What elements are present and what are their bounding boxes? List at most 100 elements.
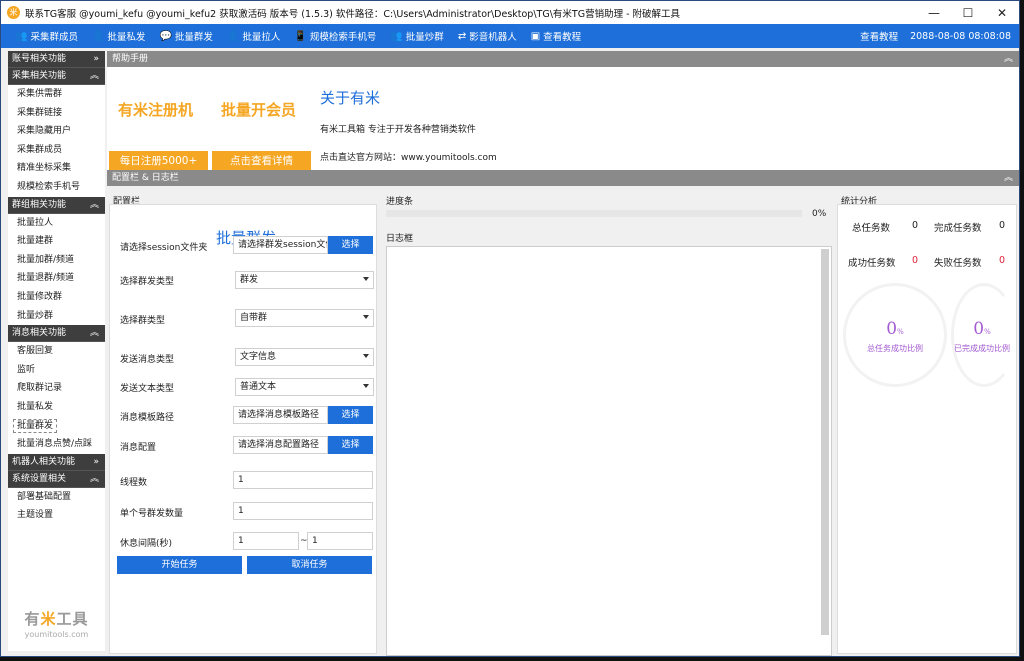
sidebar-item-support-reply[interactable]: 客服回复: [8, 342, 105, 361]
session-folder-input[interactable]: 请选择群发session文件夹: [233, 236, 328, 254]
sidebar-item-bulk-invite[interactable]: 批量拉人: [8, 214, 105, 233]
section-title: 群组相关功能: [12, 199, 67, 210]
collapse-icon: ︽: [89, 199, 99, 210]
log-textarea[interactable]: [386, 246, 832, 656]
sidebar-item-basic-config[interactable]: 部署基础配置: [8, 488, 105, 507]
section-title: 消息相关功能: [12, 328, 67, 339]
sidebar-item-bulk-edit-group[interactable]: 批量修改群: [8, 288, 105, 307]
sidebar-section-messages[interactable]: 消息相关功能 ︽: [8, 325, 105, 343]
total-tasks-label: 总任务数: [852, 223, 891, 234]
sidebar-item-collect-hidden-users[interactable]: 采集隐藏用户: [8, 122, 105, 141]
section-title: 机器人相关功能: [12, 456, 76, 467]
start-task-button[interactable]: 开始任务: [117, 556, 242, 574]
send-type-select[interactable]: 群发: [235, 271, 374, 289]
sidebar-item-collect-group-links[interactable]: 采集群链接: [8, 104, 105, 123]
about-description: 有米工具箱 专注于开发各种营销类软件: [320, 125, 476, 135]
app-window: 米 联系TG客服 @youmi_kefu @youmi_kefu2 获取激活码 …: [0, 0, 1020, 657]
sidebar-section-groups[interactable]: 群组相关功能 ︽: [8, 196, 105, 214]
interval-label: 休息间隔(秒): [120, 539, 173, 549]
menu-bulk-group-send[interactable]: 💬 批量群发: [159, 29, 213, 44]
menu-bulk-private[interactable]: 👤 批量私发: [92, 29, 145, 44]
menu-label: 批量群发: [174, 32, 213, 43]
sidebar-item-bulk-reactions[interactable]: 批量消息点赞/点踩: [8, 435, 105, 454]
sidebar-item-geo-collect[interactable]: 精准坐标采集: [8, 159, 105, 178]
threads-input[interactable]: 1: [233, 471, 373, 489]
template-path-input[interactable]: 请选择消息模板路径: [233, 406, 328, 424]
user-add-icon: 👤: [226, 30, 240, 42]
sidebar-section-bots[interactable]: 机器人相关功能 »: [8, 453, 105, 471]
done-tasks-value: 0: [999, 220, 1006, 231]
promo-details-button[interactable]: 点击查看详情: [212, 151, 311, 171]
success-tasks-value: 0: [912, 255, 919, 266]
sidebar-item-bulk-private[interactable]: 批量私发: [8, 398, 105, 417]
progress-percent: 0%: [812, 209, 827, 219]
selected-value: 群发: [240, 275, 259, 285]
sidebar-item-monitor[interactable]: 监听: [8, 361, 105, 380]
config-log-header[interactable]: 配置栏 & 日志栏 ︽: [107, 170, 1019, 186]
send-type-label: 选择群发类型: [120, 277, 175, 287]
promo-register-button[interactable]: 每日注册5000+: [109, 151, 208, 171]
msg-config-input[interactable]: 请选择消息配置路径: [233, 436, 328, 454]
progress-group-title: 进度条: [386, 197, 414, 207]
msg-type-label: 发送消息类型: [120, 355, 175, 365]
interval-max-input[interactable]: 1: [307, 532, 373, 550]
sidebar-section-settings[interactable]: 系统设置相关 ︽: [8, 470, 105, 488]
menu-collect-members[interactable]: 👥 采集群成员: [15, 29, 78, 44]
menu-bulk-hype-group[interactable]: 👥 批量炒群: [390, 29, 443, 44]
group-type-select[interactable]: 自带群: [235, 309, 374, 327]
sidebar-item-bulk-hype[interactable]: 批量炒群: [8, 307, 105, 326]
section-title: 账号相关功能: [12, 54, 67, 64]
top-menubar: 👥 采集群成员 👤 批量私发 💬 批量群发 👤 批量拉人 📱 规模检索手机号 👥 批量炒群 …: [1, 24, 1019, 48]
menu-label: 查看教程: [543, 32, 582, 43]
logo-text: 有米工具: [24, 610, 89, 628]
sidebar-item-bulk-group-send[interactable]: 批量群发: [8, 417, 105, 436]
menu-bulk-invite[interactable]: 👤 批量拉人: [226, 29, 281, 44]
progress-bar: [386, 210, 802, 217]
sidebar-item-bulk-create-group[interactable]: 批量建群: [8, 232, 105, 251]
close-button[interactable]: ✕: [985, 1, 1019, 24]
title-bar: 米 联系TG客服 @youmi_kefu @youmi_kefu2 获取激活码 …: [1, 1, 1019, 24]
sidebar-section-account[interactable]: 账号相关功能 »: [8, 51, 105, 68]
sidebar-item-bulk-leave[interactable]: 批量退群/频道: [8, 269, 105, 288]
done-success-ratio-caption: 已完成成功比例: [954, 344, 1010, 353]
maximize-button[interactable]: ☐: [951, 1, 985, 24]
chat-bubble-icon: 💬: [159, 30, 172, 42]
menu-tutorial[interactable]: ▣ 查看教程: [530, 29, 582, 44]
cancel-task-button[interactable]: 取消任务: [247, 556, 372, 574]
interval-min-input[interactable]: 1: [233, 532, 299, 550]
swap-icon: ⇄: [457, 30, 467, 42]
menubar-right: 查看教程 2088-08-08 08:08:08: [848, 24, 1011, 48]
session-label: 请选择session文件夹: [120, 243, 208, 253]
menu-phone-search[interactable]: 📱 规模检索手机号: [294, 29, 376, 44]
text-type-select[interactable]: 普通文本: [235, 378, 374, 396]
datetime-display: 2088-08-08 08:08:08: [910, 30, 1011, 42]
menu-label: 批量拉人: [242, 32, 281, 43]
promo-register-title: 有米注册机: [118, 101, 194, 119]
menu-media-bot[interactable]: ⇄ 影音机器人: [457, 29, 517, 44]
sidebar-item-crawl-records[interactable]: 爬取群记录: [8, 379, 105, 398]
sidebar-item-collect-supply-groups[interactable]: 采集供需群: [8, 85, 105, 104]
dropdown-arrow-icon: [363, 277, 369, 281]
sidebar-item-collect-members[interactable]: 采集群成员: [8, 141, 105, 160]
minimize-button[interactable]: —: [917, 1, 951, 24]
msg-config-select-button[interactable]: 选择: [328, 436, 373, 454]
template-select-button[interactable]: 选择: [328, 406, 373, 424]
help-header[interactable]: 帮助手册 ︽: [107, 51, 1019, 67]
session-select-button[interactable]: 选择: [328, 236, 373, 254]
per-account-input[interactable]: 1: [233, 502, 373, 520]
book-icon: ▣: [530, 30, 541, 42]
collapse-icon: ︽: [1003, 54, 1013, 64]
tutorial-link[interactable]: 查看教程: [860, 29, 898, 43]
dropdown-arrow-icon: [363, 315, 369, 319]
sidebar-item-phone-search[interactable]: 规模检索手机号: [8, 178, 105, 197]
log-scrollbar[interactable]: [821, 249, 829, 635]
app-logo-icon: 米: [7, 6, 20, 19]
msg-type-select[interactable]: 文字信息: [235, 348, 374, 366]
sidebar-section-collect[interactable]: 采集相关功能 ︽: [8, 68, 105, 85]
selected-value: 普通文本: [240, 382, 277, 392]
sidebar-item-bulk-join[interactable]: 批量加群/频道: [8, 251, 105, 270]
official-site-link[interactable]: 点击直达官方网站：www.youmitools.com: [320, 150, 497, 163]
sidebar-item-theme[interactable]: 主题设置: [8, 506, 105, 525]
menu-label: 采集群成员: [30, 32, 78, 43]
main-area: 帮助手册 ︽ 有米注册机 批量开会员 每日注册5000+ 点击查看详情 关于有米…: [107, 51, 1019, 656]
